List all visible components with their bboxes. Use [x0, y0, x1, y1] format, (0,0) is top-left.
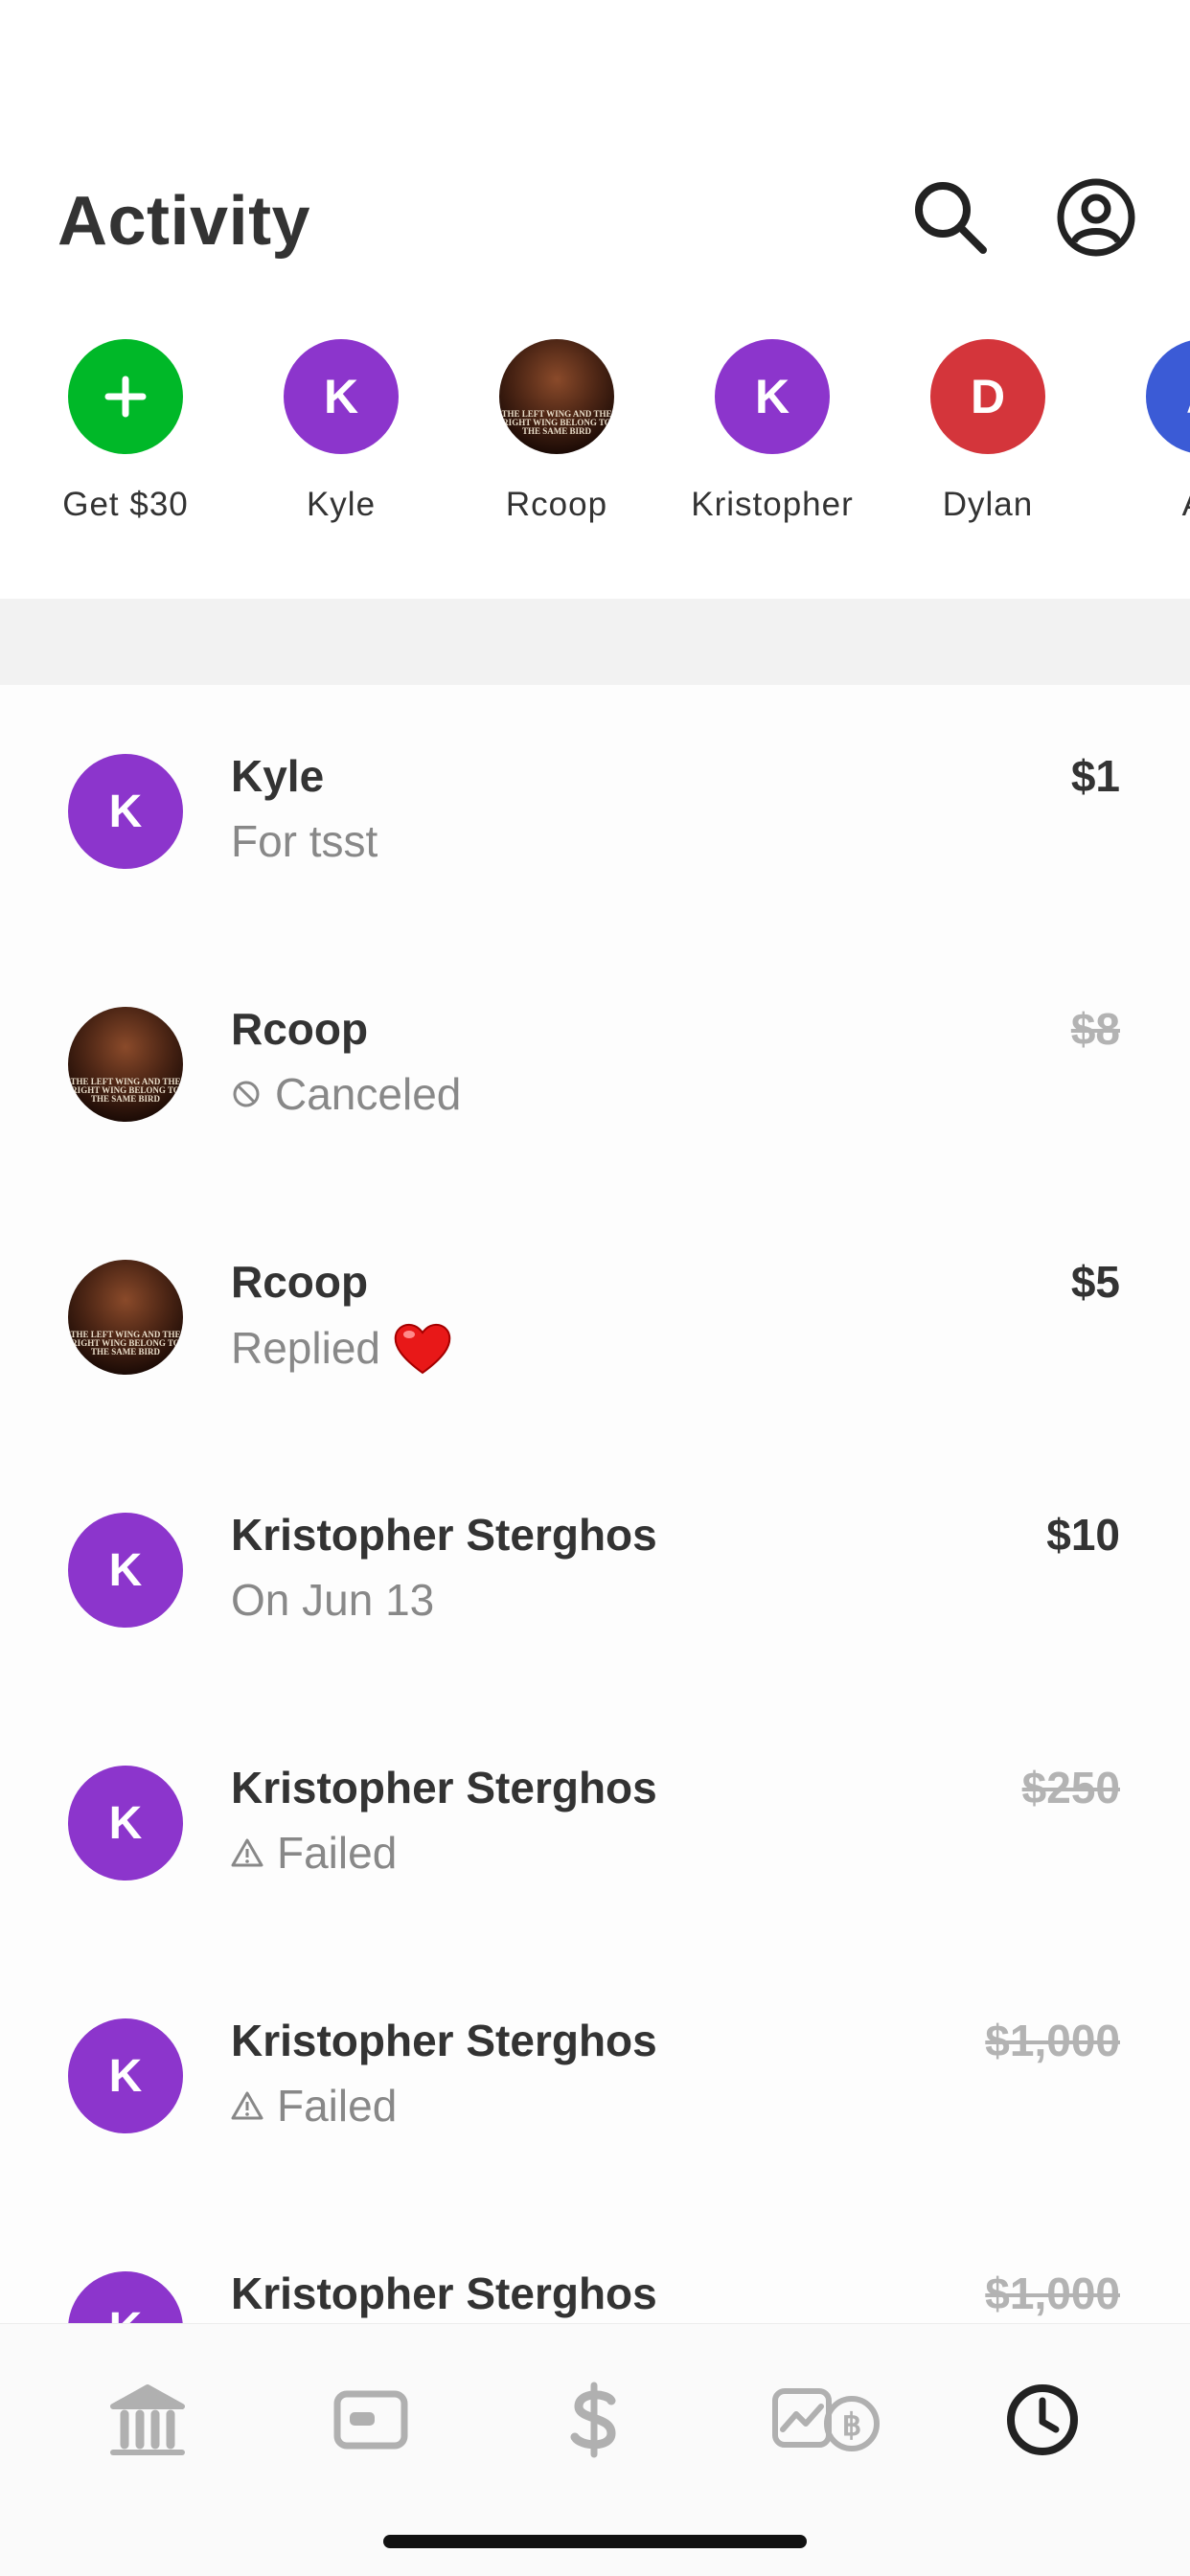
- photo-caption: THE LEFT WING AND THE RIGHT WING BELONG …: [70, 1329, 181, 1356]
- contact-kyle[interactable]: K Kyle: [245, 335, 437, 527]
- avatar: A: [1146, 339, 1190, 454]
- warning-icon: [231, 2090, 263, 2121]
- activity-amount: $250: [1021, 1763, 1120, 1812]
- activity-name: Rcoop: [231, 1004, 369, 1054]
- card-icon[interactable]: [323, 2372, 419, 2468]
- subtitle-text: Canceled: [275, 1069, 462, 1119]
- contact-name: Dylan: [942, 486, 1034, 523]
- activity-amount: $1,000: [985, 2016, 1120, 2065]
- activity-name: Kristopher Sterghos: [231, 1510, 657, 1560]
- avatar: K: [68, 2271, 183, 2323]
- plus-icon: [104, 376, 147, 418]
- avatar: D: [930, 339, 1045, 454]
- subtitle-text: Failed: [277, 1828, 398, 1878]
- contact-kristopher[interactable]: K Kristopher: [676, 335, 868, 527]
- list-item[interactable]: K Kristopher Sterghos Failed $1,000: [0, 1949, 1190, 2202]
- subtitle-text: On Jun 13: [231, 1575, 435, 1625]
- activity-name: Kristopher Sterghos: [231, 2268, 657, 2318]
- dollar-icon[interactable]: [546, 2372, 642, 2468]
- activity-amount: $5: [1070, 1257, 1120, 1307]
- activity-name: Kristopher Sterghos: [231, 1763, 657, 1812]
- avatar: [68, 339, 183, 454]
- avatar: K: [715, 339, 830, 454]
- list-item[interactable]: K Kristopher Sterghos Failed $250: [0, 1697, 1190, 1949]
- list-item[interactable]: THE LEFT WING AND THE RIGHT WING BELONG …: [0, 1191, 1190, 1444]
- investing-icon[interactable]: ฿: [769, 2372, 884, 2468]
- activity-name: Kristopher Sterghos: [231, 2016, 657, 2065]
- page-title: Activity: [57, 183, 311, 260]
- contact-get-30[interactable]: Get $30: [30, 335, 221, 527]
- avatar: K: [68, 1513, 183, 1628]
- recent-contacts-row: Get $30 K Kyle THE LEFT WING AND THE RIG…: [0, 335, 1190, 527]
- warning-icon: [231, 1837, 263, 1868]
- activity-subtitle: Failed: [231, 1827, 397, 1879]
- search-icon[interactable]: [910, 177, 991, 258]
- activity-amount: $10: [1046, 1510, 1120, 1560]
- activity-subtitle: On Jun 13: [231, 1574, 434, 1626]
- contact-ad[interactable]: A Ad: [1108, 335, 1190, 527]
- list-item[interactable]: THE LEFT WING AND THE RIGHT WING BELONG …: [0, 938, 1190, 1191]
- activity-name: Kyle: [231, 751, 325, 801]
- contact-name: Kristopher: [691, 486, 854, 523]
- avatar: K: [68, 1766, 183, 1881]
- activity-subtitle: For tsst: [231, 815, 378, 867]
- subtitle-text: Replied: [231, 1323, 380, 1373]
- avatar: K: [68, 754, 183, 869]
- banking-icon[interactable]: [100, 2372, 195, 2468]
- svg-text:฿: ฿: [842, 2407, 861, 2442]
- activity-subtitle: Replied: [231, 1321, 451, 1375]
- canceled-icon: [231, 1079, 262, 1109]
- avatar-photo: THE LEFT WING AND THE RIGHT WING BELONG …: [499, 339, 614, 454]
- contact-rcoop[interactable]: THE LEFT WING AND THE RIGHT WING BELONG …: [461, 335, 652, 527]
- avatar-photo: THE LEFT WING AND THE RIGHT WING BELONG …: [68, 1260, 183, 1375]
- contact-name: Kyle: [306, 486, 377, 523]
- photo-caption: THE LEFT WING AND THE RIGHT WING BELONG …: [70, 1076, 181, 1104]
- activity-list: K Kyle For tsst $1 THE LEFT WING AND THE…: [0, 685, 1190, 2323]
- list-item[interactable]: K Kristopher Sterghos $1,000: [0, 2202, 1190, 2323]
- photo-caption: THE LEFT WING AND THE RIGHT WING BELONG …: [501, 408, 612, 436]
- subtitle-text: For tsst: [231, 816, 378, 866]
- avatar-photo: THE LEFT WING AND THE RIGHT WING BELONG …: [68, 1007, 183, 1122]
- activity-subtitle: Canceled: [231, 1068, 461, 1120]
- heart-icon: [394, 1321, 451, 1375]
- avatar: K: [68, 2018, 183, 2133]
- avatar: K: [284, 339, 399, 454]
- subtitle-text: Failed: [277, 2081, 398, 2131]
- activity-subtitle: Failed: [231, 2080, 397, 2131]
- contact-dylan[interactable]: D Dylan: [892, 335, 1084, 527]
- activity-amount: $1: [1070, 751, 1120, 801]
- activity-amount: $1,000: [985, 2268, 1120, 2318]
- activity-amount: $8: [1070, 1004, 1120, 1054]
- list-item[interactable]: K Kyle For tsst $1: [0, 685, 1190, 938]
- list-item[interactable]: K Kristopher Sterghos On Jun 13 $10: [0, 1444, 1190, 1697]
- home-indicator: [383, 2535, 807, 2548]
- activity-name: Rcoop: [231, 1257, 369, 1307]
- contact-name: Rcoop: [505, 486, 608, 523]
- profile-icon[interactable]: [1056, 177, 1136, 258]
- contact-name: Ad: [1088, 486, 1190, 524]
- contact-name: Get $30: [62, 486, 189, 523]
- activity-clock-icon[interactable]: [995, 2372, 1090, 2468]
- section-divider: [0, 599, 1190, 685]
